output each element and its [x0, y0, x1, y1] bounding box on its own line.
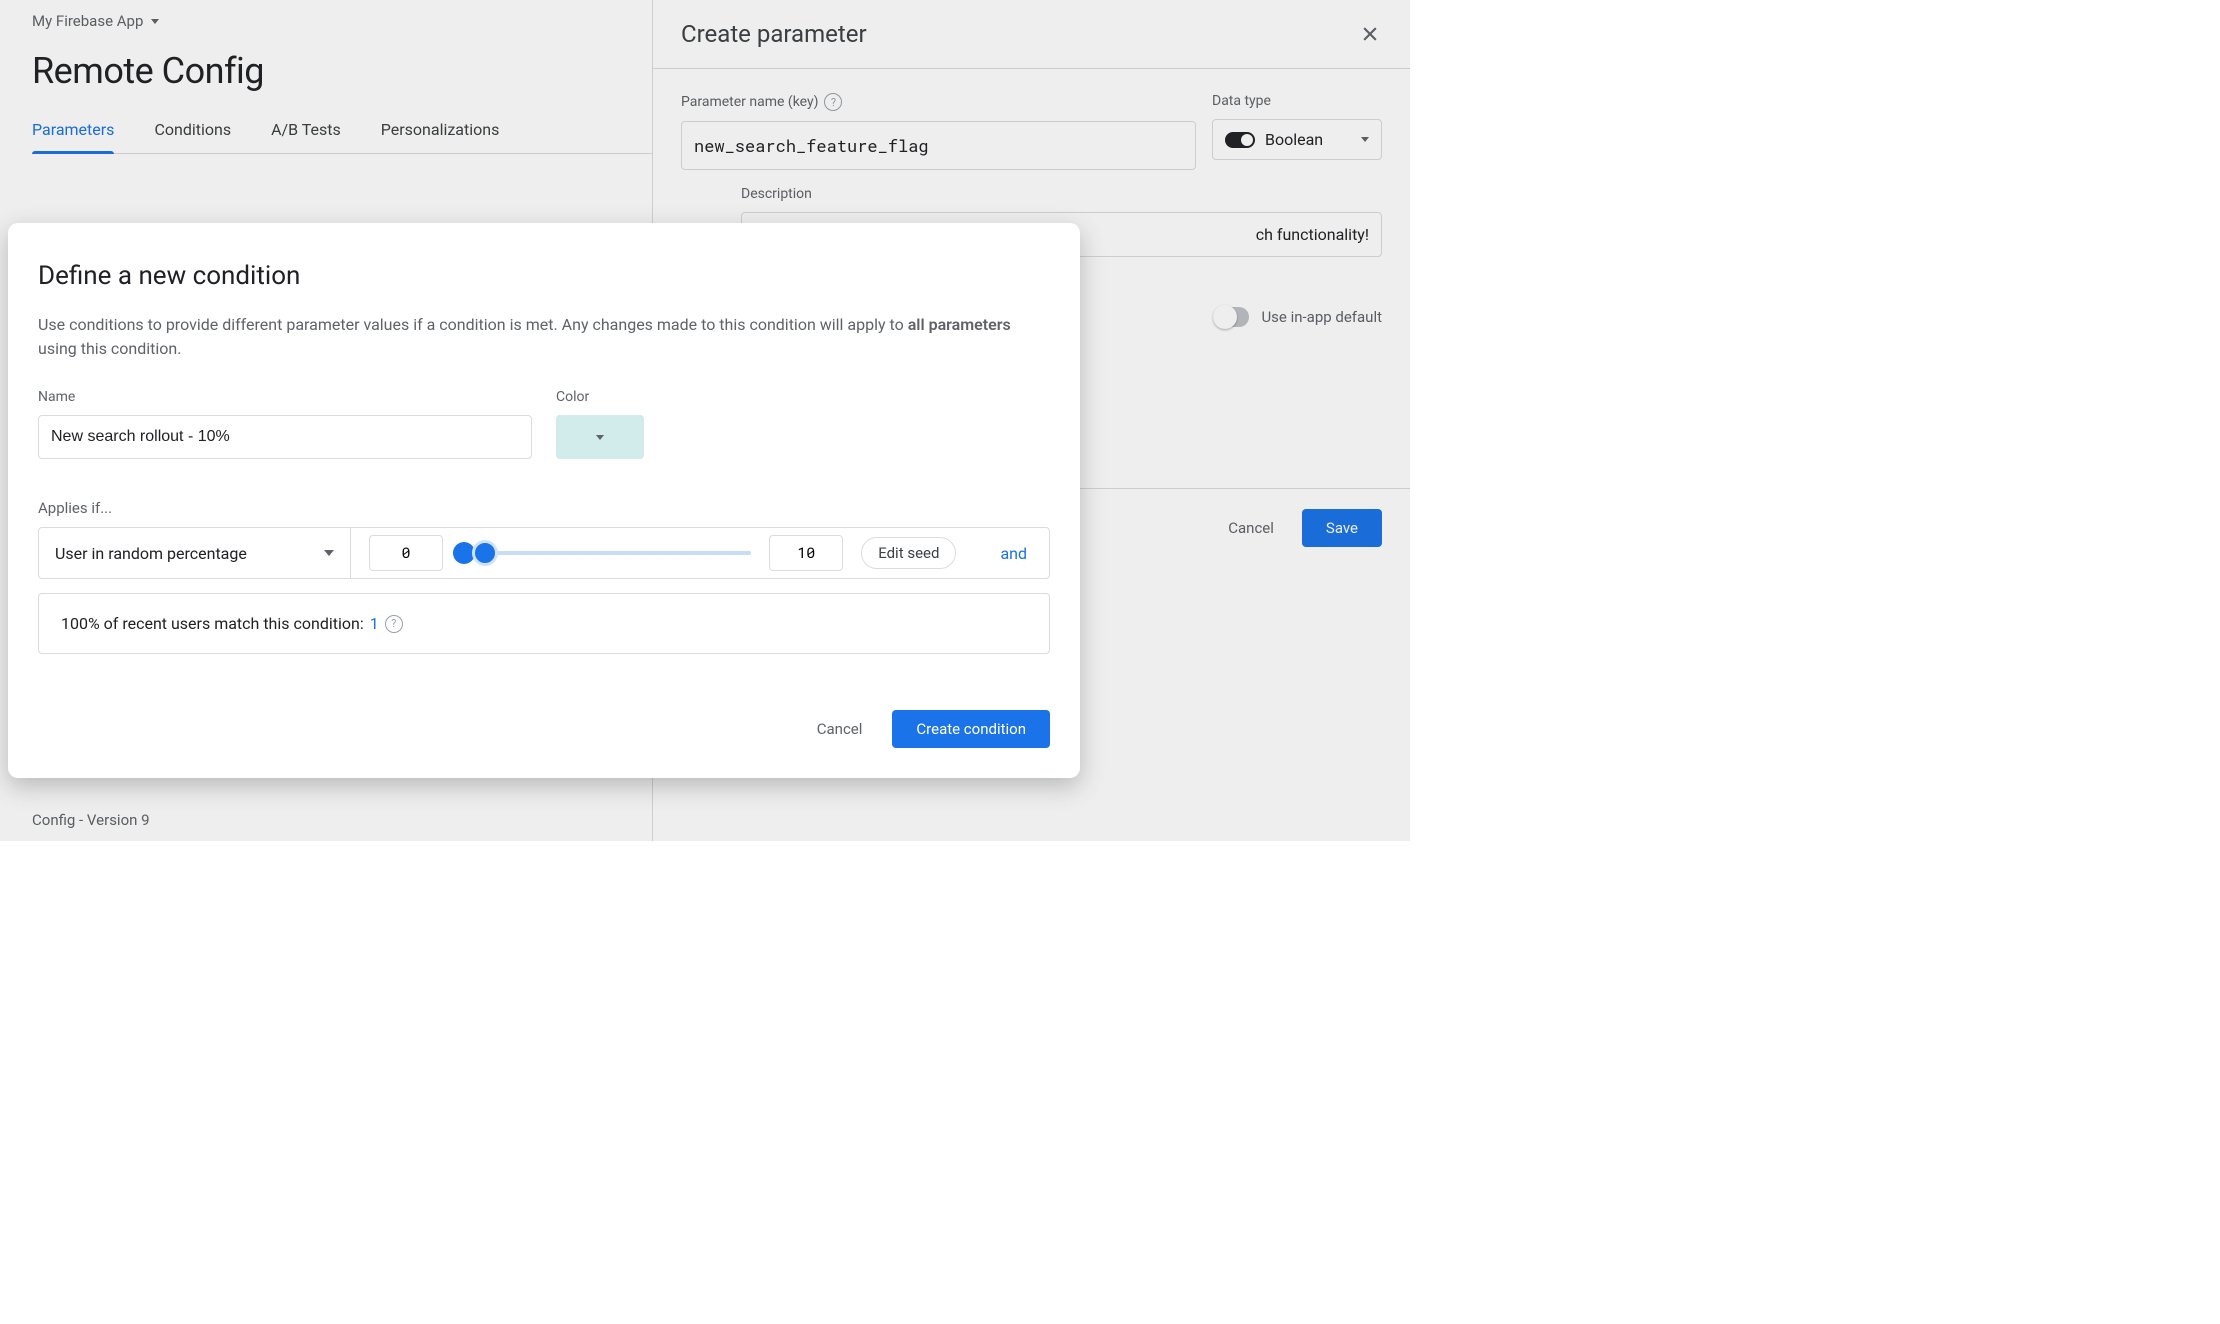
create-condition-button[interactable]: Create condition [892, 710, 1050, 748]
match-summary: 100% of recent users match this conditio… [38, 593, 1050, 654]
chevron-down-icon [596, 435, 604, 440]
edit-seed-button[interactable]: Edit seed [861, 537, 956, 569]
app-name: My Firebase App [32, 12, 143, 30]
modal-description: Use conditions to provide different para… [38, 313, 1050, 361]
applies-if-label: Applies if... [38, 499, 1050, 517]
close-icon [1360, 24, 1380, 44]
condition-color-label: Color [556, 389, 644, 405]
config-version: Config - Version 9 [32, 811, 150, 829]
tab-parameters[interactable]: Parameters [32, 120, 114, 153]
condition-color-select[interactable] [556, 415, 644, 459]
chevron-down-icon [324, 550, 334, 556]
data-type-select[interactable]: Boolean [1212, 119, 1382, 160]
range-low-input[interactable] [369, 535, 443, 571]
applies-if-row: User in random percentage Edit seed and [38, 527, 1050, 579]
modal-cancel-button[interactable]: Cancel [817, 720, 863, 738]
range-high-input[interactable] [769, 535, 843, 571]
and-operator[interactable]: and [1000, 544, 1027, 563]
use-default-label: Use in-app default [1261, 308, 1382, 326]
modal-title: Define a new condition [38, 261, 1050, 291]
chevron-down-icon [1361, 137, 1369, 142]
panel-cancel-button[interactable]: Cancel [1228, 519, 1274, 537]
panel-title: Create parameter [681, 20, 867, 48]
tab-conditions[interactable]: Conditions [154, 120, 231, 153]
tab-personalizations[interactable]: Personalizations [381, 120, 500, 153]
tab-ab-tests[interactable]: A/B Tests [271, 120, 341, 153]
chevron-down-icon [151, 19, 159, 24]
param-name-label: Parameter name (key) ? [681, 93, 1196, 111]
help-icon[interactable]: ? [824, 93, 842, 111]
data-type-label: Data type [1212, 93, 1382, 109]
condition-name-input[interactable] [38, 415, 532, 459]
percentage-slider[interactable] [461, 535, 751, 571]
define-condition-modal: Define a new condition Use conditions to… [8, 223, 1080, 778]
applies-condition-select[interactable]: User in random percentage [55, 528, 351, 578]
close-button[interactable] [1358, 22, 1382, 46]
help-icon[interactable]: ? [385, 615, 403, 633]
slider-thumb-high[interactable] [472, 540, 498, 566]
description-label: Description [741, 186, 1382, 202]
param-name-input[interactable]: new_search_feature_flag [681, 121, 1196, 170]
boolean-icon [1225, 132, 1255, 148]
use-default-toggle[interactable] [1213, 307, 1249, 327]
condition-name-label: Name [38, 389, 532, 405]
app-selector[interactable]: My Firebase App [32, 8, 159, 34]
panel-save-button[interactable]: Save [1302, 509, 1382, 547]
match-count-link[interactable]: 1 [370, 614, 379, 633]
